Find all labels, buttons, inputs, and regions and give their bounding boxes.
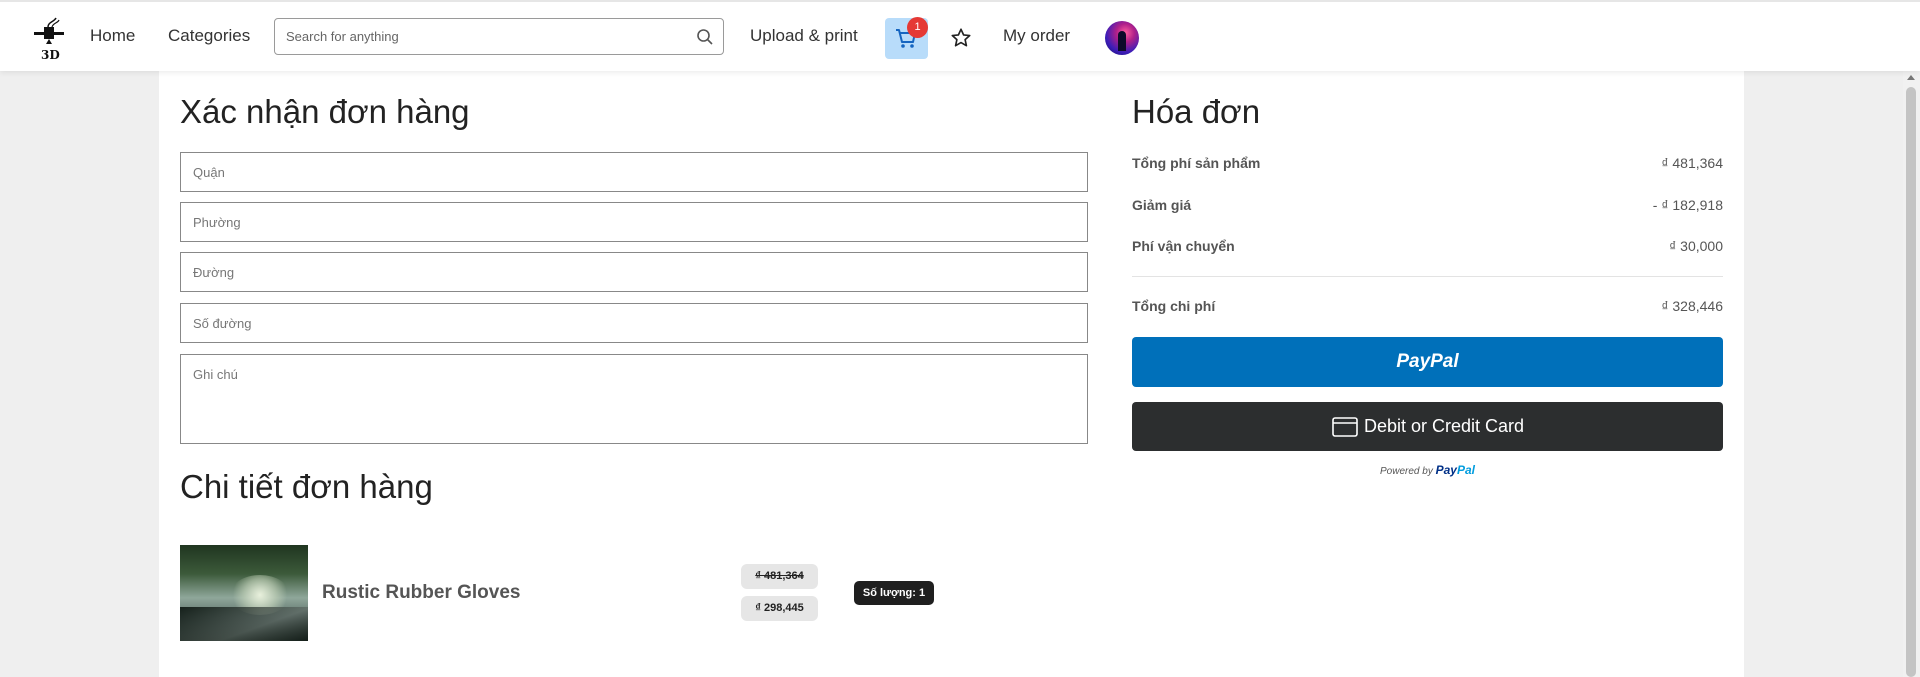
search-icon[interactable] <box>696 28 714 46</box>
district-input[interactable] <box>180 152 1088 192</box>
ward-input[interactable] <box>180 202 1088 242</box>
invoice-row-discount: Giảm giá - ₫ 182,918 <box>1132 197 1723 217</box>
search-bar <box>274 18 724 55</box>
street-number-input[interactable] <box>180 303 1088 343</box>
avatar[interactable] <box>1105 21 1139 55</box>
printer-logo-icon[interactable]: 3D <box>30 17 70 62</box>
paypal-button[interactable]: PayPal <box>1132 337 1723 387</box>
nav-categories-link[interactable]: Categories <box>168 26 250 46</box>
cart-count-badge: 1 <box>907 17 928 38</box>
scroll-up-arrow-icon[interactable] <box>1907 75 1915 80</box>
nav-my-order-link[interactable]: My order <box>1003 26 1070 46</box>
invoice-row-shipping: Phí vận chuyển ₫ 30,000 <box>1132 238 1723 258</box>
star-icon[interactable] <box>950 27 972 49</box>
invoice-row-value: ₫ 30,000 <box>1669 238 1723 254</box>
invoice-total-value: ₫ 328,446 <box>1661 298 1723 314</box>
svg-text:3D: 3D <box>41 48 60 61</box>
nav-upload-print-link[interactable]: Upload & print <box>750 26 858 46</box>
invoice-row-subtotal: Tổng phí sản phẩm ₫ 481,364 <box>1132 155 1723 175</box>
invoice-row-value: ₫ 481,364 <box>1661 155 1723 171</box>
top-navbar: 3D Home Categories Upload & print 1 My o… <box>0 0 1920 71</box>
product-old-price: ₫ 481,364 <box>741 564 818 589</box>
invoice-divider <box>1132 276 1723 277</box>
nav-home-link[interactable]: Home <box>90 26 135 46</box>
invoice-row-total: Tổng chi phí ₫ 328,446 <box>1132 298 1723 318</box>
paypal-wordmark-pay: Pay <box>1435 463 1457 477</box>
credit-card-icon <box>1332 417 1358 437</box>
page-scrollbar[interactable] <box>1903 71 1920 677</box>
card-button-label: Debit or Credit Card <box>1364 416 1525 436</box>
product-image[interactable] <box>180 545 308 641</box>
invoice-row-label: Phí vận chuyển <box>1132 238 1235 254</box>
paypal-wordmark-pal: Pal <box>1456 463 1475 477</box>
invoice-row-label: Tổng phí sản phẩm <box>1132 155 1261 171</box>
powered-by-text: Powered by <box>1380 466 1433 477</box>
invoice-row-label: Giảm giá <box>1132 197 1192 213</box>
scrollbar-thumb[interactable] <box>1906 87 1916 677</box>
order-detail-title: Chi tiết đơn hàng <box>180 468 433 505</box>
order-confirm-title: Xác nhận đơn hàng <box>180 93 470 130</box>
powered-by-paypal: Powered by PayPal <box>1132 463 1723 477</box>
product-name: Rustic Rubber Gloves <box>322 582 521 603</box>
invoice-total-label: Tổng chi phí <box>1132 298 1216 314</box>
product-new-price: ₫ 298,445 <box>741 596 818 621</box>
invoice-title: Hóa đơn <box>1132 93 1261 130</box>
paypal-wordmark: PayPal <box>1436 463 1475 477</box>
note-textarea[interactable] <box>180 354 1088 444</box>
search-input[interactable] <box>286 19 686 54</box>
street-input[interactable] <box>180 252 1088 292</box>
debit-credit-card-button[interactable]: Debit or Credit Card <box>1132 402 1723 451</box>
invoice-row-value: - ₫ 182,918 <box>1652 197 1723 213</box>
product-quantity-badge: Số lượng: 1 <box>854 581 934 605</box>
